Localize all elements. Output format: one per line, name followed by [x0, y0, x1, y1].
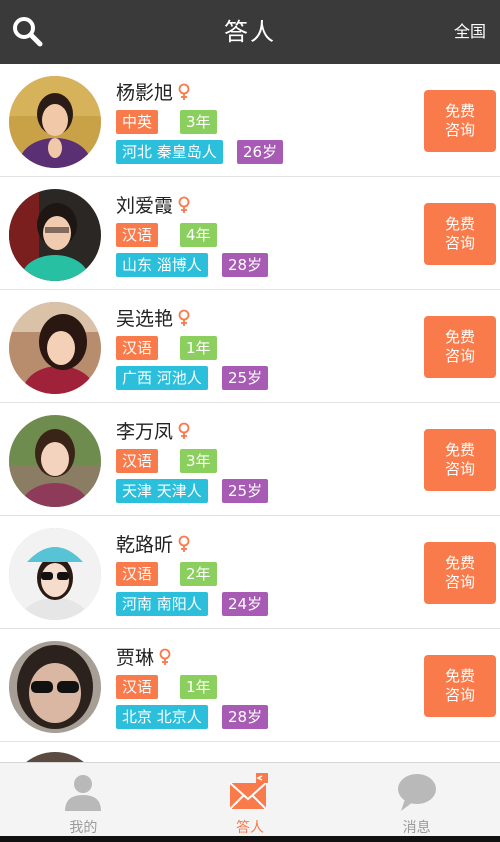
language-tag: 中英: [116, 110, 159, 134]
person-name: 吴选艳: [116, 308, 174, 330]
free-consult-button[interactable]: 免费 咨询: [424, 316, 496, 378]
person-name: 贾琳: [116, 647, 155, 669]
avatar: [9, 752, 101, 762]
age-tag: 28岁: [222, 253, 269, 277]
avatar: [9, 415, 101, 507]
avatar: [9, 641, 101, 733]
list-item-partial[interactable]: [0, 742, 500, 762]
years-tag: 3年: [180, 110, 217, 134]
page-title: 答人: [224, 18, 276, 46]
age-tag: 25岁: [222, 366, 269, 390]
language-tag: 汉语: [116, 562, 159, 586]
consult-label-line2: 咨询: [444, 347, 475, 365]
female-icon: [178, 309, 190, 326]
free-consult-button[interactable]: 免费 咨询: [424, 203, 496, 265]
language-tag: 汉语: [116, 675, 159, 699]
person-name: 杨影旭: [116, 82, 174, 104]
location-tag: 河北 秦皇岛人: [116, 140, 223, 164]
consult-label-line1: 免费: [444, 102, 475, 120]
female-icon: [178, 196, 190, 213]
consult-label-line1: 免费: [444, 328, 475, 346]
region-selector[interactable]: 全国: [454, 0, 486, 64]
location-tag: 北京 北京人: [116, 705, 208, 729]
free-consult-button[interactable]: 免费 咨询: [424, 655, 496, 717]
tab-mine[interactable]: 我的: [0, 763, 167, 842]
top-bar: 答人 全国: [0, 0, 500, 64]
location-tag: 河南 南阳人: [116, 592, 208, 616]
consult-label-line2: 咨询: [444, 686, 475, 704]
list-item[interactable]: 吴选艳 汉语 1年 广西 河池人 25岁 免费 咨询: [0, 290, 500, 403]
age-tag: 28岁: [222, 705, 269, 729]
consult-label-line2: 咨询: [444, 234, 475, 252]
list-item[interactable]: 刘爱霞 汉语 4年 山东 淄博人 28岁 免费 咨询: [0, 177, 500, 290]
female-icon: [178, 422, 190, 439]
consult-label-line2: 咨询: [444, 121, 475, 139]
avatar: [9, 189, 101, 281]
consult-label-line2: 咨询: [444, 573, 475, 591]
bottom-tab-bar: 我的 答人 消息: [0, 762, 500, 842]
years-tag: 2年: [180, 562, 217, 586]
tab-label: 我的: [69, 820, 98, 836]
tab-messages[interactable]: 消息: [333, 763, 500, 842]
female-icon: [178, 535, 190, 552]
avatar: [9, 528, 101, 620]
tab-label: 答人: [236, 820, 264, 836]
years-tag: 3年: [180, 449, 217, 473]
location-tag: 山东 淄博人: [116, 253, 208, 277]
avatar: [9, 76, 101, 168]
consult-label-line1: 免费: [444, 215, 475, 233]
female-icon: [159, 648, 171, 665]
avatar: [9, 302, 101, 394]
mail-icon: [229, 773, 268, 810]
list-item[interactable]: 李万凤 汉语 3年 天津 天津人 25岁 免费 咨询: [0, 403, 500, 516]
free-consult-button[interactable]: 免费 咨询: [424, 542, 496, 604]
tab-answerers[interactable]: 答人: [167, 763, 334, 842]
years-tag: 4年: [180, 223, 217, 247]
consult-label-line1: 免费: [444, 441, 475, 459]
user-icon: [65, 775, 102, 811]
language-tag: 汉语: [116, 336, 159, 360]
location-tag: 广西 河池人: [116, 366, 208, 390]
bottom-edge: [0, 836, 500, 842]
years-tag: 1年: [180, 336, 217, 360]
person-name: 李万凤: [116, 421, 174, 443]
age-tag: 26岁: [237, 140, 284, 164]
age-tag: 25岁: [222, 479, 269, 503]
age-tag: 24岁: [222, 592, 269, 616]
free-consult-button[interactable]: 免费 咨询: [424, 429, 496, 491]
person-list[interactable]: 杨影旭 中英 3年 河北 秦皇岛人 26岁 免费 咨询 刘爱霞 汉语 4年 山东…: [0, 64, 500, 762]
list-item[interactable]: 杨影旭 中英 3年 河北 秦皇岛人 26岁 免费 咨询: [0, 64, 500, 177]
years-tag: 1年: [180, 675, 217, 699]
female-icon: [178, 83, 190, 100]
person-name: 刘爱霞: [116, 195, 174, 217]
tab-label: 消息: [402, 820, 431, 836]
language-tag: 汉语: [116, 223, 159, 247]
list-item[interactable]: 贾琳 汉语 1年 北京 北京人 28岁 免费 咨询: [0, 629, 500, 742]
list-item[interactable]: 乾路昕 汉语 2年 河南 南阳人 24岁 免费 咨询: [0, 516, 500, 629]
app-screen: 答人 全国 杨影旭 中英 3年 河北 秦皇岛人 26岁 免费 咨询 刘爱霞 汉语…: [0, 0, 500, 842]
consult-label-line2: 咨询: [444, 460, 475, 478]
person-name: 乾路昕: [116, 534, 174, 556]
consult-label-line1: 免费: [444, 554, 475, 572]
chat-bubble-icon: [397, 774, 436, 811]
language-tag: 汉语: [116, 449, 159, 473]
location-tag: 天津 天津人: [116, 479, 208, 503]
free-consult-button[interactable]: 免费 咨询: [424, 90, 496, 152]
consult-label-line1: 免费: [444, 667, 475, 685]
